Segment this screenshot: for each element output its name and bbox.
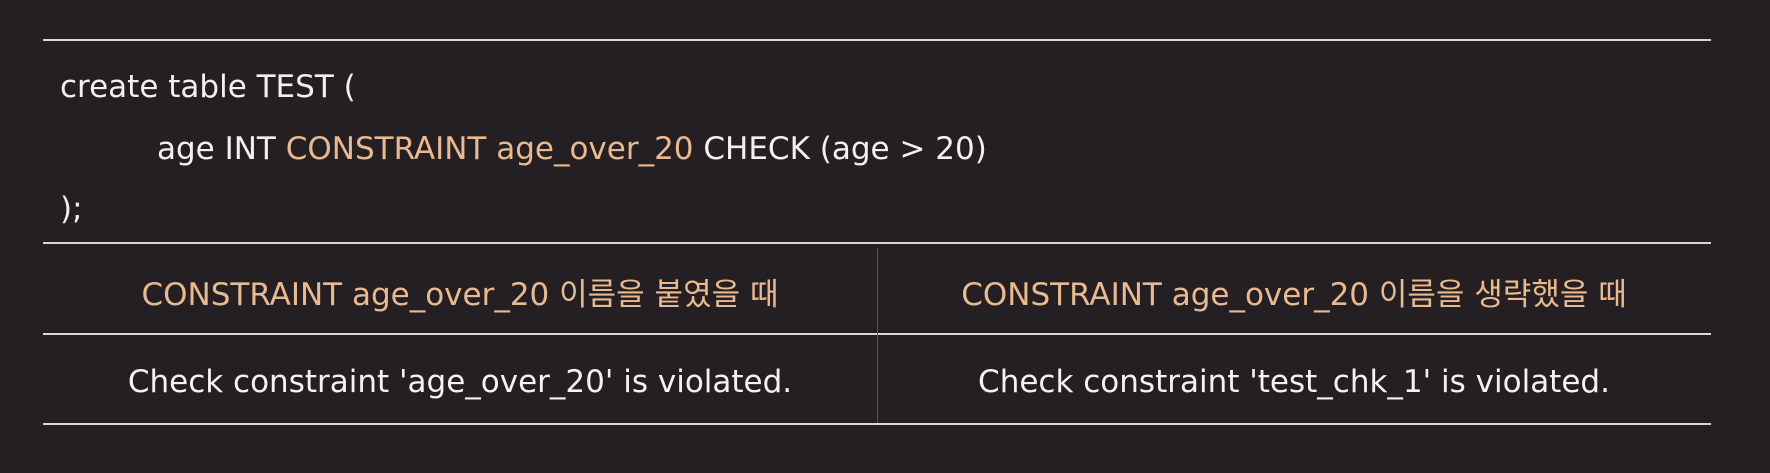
code-line-3: );	[60, 191, 83, 227]
code-line-1: create table TEST (	[60, 69, 356, 105]
code-text: CHECK (age > 20)	[693, 131, 987, 167]
table-bottom-rule	[43, 423, 1711, 425]
table-cell-unnamed: Check constraint 'test_chk_1' is violate…	[978, 364, 1610, 400]
table-header-unnamed: CONSTRAINT age_over_20 이름을 생략했을 때	[961, 277, 1627, 313]
slide: create table TEST ( age INT CONSTRAINT a…	[0, 0, 1770, 473]
table-cell-named: Check constraint 'age_over_20' is violat…	[127, 364, 793, 400]
top-rule	[43, 39, 1711, 41]
code-bottom-rule	[43, 242, 1711, 244]
constraint-keyword: CONSTRAINT age_over_20	[285, 131, 694, 167]
column-divider	[877, 248, 878, 423]
table-header-named: CONSTRAINT age_over_20 이름을 붙였을 때	[141, 277, 779, 313]
code-text: age INT	[157, 131, 286, 167]
code-line-2: age INT CONSTRAINT age_over_20 CHECK (ag…	[157, 134, 987, 165]
